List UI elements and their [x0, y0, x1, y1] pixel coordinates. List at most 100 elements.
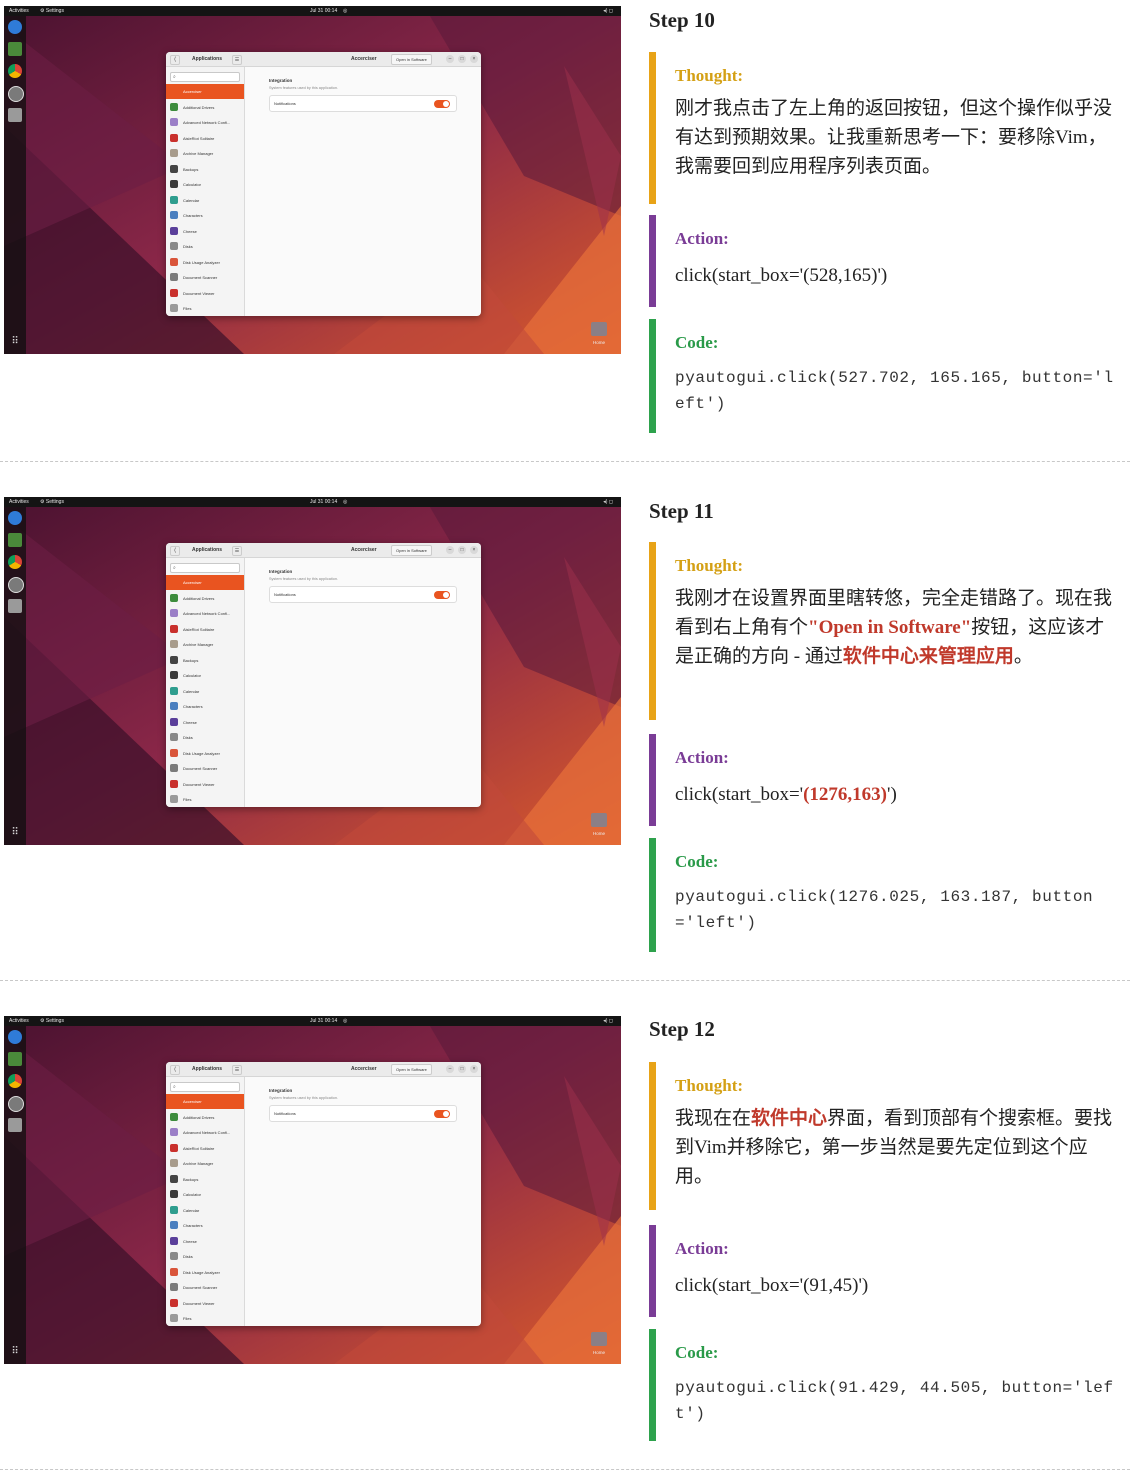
app-grid-icon[interactable]: ⠿: [9, 336, 21, 348]
system-tray[interactable]: ◂) ◻: [603, 8, 613, 14]
settings-app-menu[interactable]: ⚙ Settings: [40, 1018, 64, 1024]
trash-icon[interactable]: [8, 1118, 22, 1132]
activities-button[interactable]: Activities: [9, 499, 29, 505]
back-button[interactable]: ⟨: [170, 1065, 180, 1075]
clock[interactable]: Jul 31 00:14: [310, 8, 337, 14]
home-folder-icon[interactable]: [591, 1332, 607, 1346]
activities-button[interactable]: Activities: [9, 1018, 29, 1024]
app-list-item[interactable]: Backups: [166, 1172, 244, 1187]
app-list-item[interactable]: Characters: [166, 699, 244, 714]
app-list-item[interactable]: Calculator: [166, 668, 244, 683]
chrome-icon[interactable]: [8, 555, 22, 569]
minimize-button[interactable]: –: [446, 546, 454, 554]
home-folder-icon[interactable]: [591, 322, 607, 336]
app-list-item[interactable]: Accerciser: [166, 1094, 244, 1109]
minimize-button[interactable]: –: [446, 1065, 454, 1073]
app-list-item[interactable]: Advanced Network Confi...: [166, 1125, 244, 1140]
app-list-item[interactable]: AisleRiot Solitaire: [166, 131, 244, 146]
app-list-item[interactable]: Disk Usage Analyzer: [166, 746, 244, 761]
settings-icon[interactable]: [8, 577, 24, 593]
search-input[interactable]: ⌕: [170, 563, 240, 573]
close-button[interactable]: ×: [470, 546, 478, 554]
close-button[interactable]: ×: [470, 1065, 478, 1073]
settings-icon[interactable]: [8, 86, 24, 102]
menu-button[interactable]: ☰: [232, 1065, 242, 1075]
open-in-software-button[interactable]: Open in Software: [391, 545, 432, 556]
app-list-item[interactable]: Advanced Network Confi...: [166, 115, 244, 130]
vim-icon[interactable]: [8, 42, 22, 56]
app-list-item[interactable]: Calendar: [166, 193, 244, 208]
close-button[interactable]: ×: [470, 55, 478, 63]
menu-button[interactable]: ☰: [232, 55, 242, 65]
search-input[interactable]: ⌕: [170, 72, 240, 82]
home-folder-icon[interactable]: [591, 813, 607, 827]
app-list-item[interactable]: AisleRiot Solitaire: [166, 1141, 244, 1156]
back-button[interactable]: ⟨: [170, 546, 180, 556]
app-list-item[interactable]: Document Scanner: [166, 1280, 244, 1295]
app-list-item[interactable]: Cheese: [166, 715, 244, 730]
app-list-item[interactable]: Additional Drivers: [166, 1110, 244, 1125]
maximize-button[interactable]: □: [458, 1065, 466, 1073]
open-in-software-button[interactable]: Open in Software: [391, 54, 432, 65]
app-list-item[interactable]: Disk Usage Analyzer: [166, 1265, 244, 1280]
app-list-item[interactable]: Calendar: [166, 1203, 244, 1218]
chrome-icon[interactable]: [8, 1074, 22, 1088]
search-input[interactable]: ⌕: [170, 1082, 240, 1092]
app-list-item[interactable]: Backups: [166, 162, 244, 177]
app-list-item[interactable]: Files: [166, 792, 244, 807]
app-list-item[interactable]: Archive Manager: [166, 637, 244, 652]
app-grid-icon[interactable]: ⠿: [9, 1346, 21, 1358]
vim-icon[interactable]: [8, 533, 22, 547]
app-list-item[interactable]: Files: [166, 1311, 244, 1326]
back-button[interactable]: ⟨: [170, 55, 180, 65]
app-list-item[interactable]: Document Viewer: [166, 1296, 244, 1311]
app-list-item[interactable]: Archive Manager: [166, 146, 244, 161]
clock[interactable]: Jul 31 00:14: [310, 499, 337, 505]
app-list-item[interactable]: Calendar: [166, 684, 244, 699]
app-list-item[interactable]: Disk Usage Analyzer: [166, 255, 244, 270]
maximize-button[interactable]: □: [458, 546, 466, 554]
trash-icon[interactable]: [8, 599, 22, 613]
app-list-item[interactable]: Document Viewer: [166, 286, 244, 301]
app-list-item[interactable]: Advanced Network Confi...: [166, 606, 244, 621]
menu-button[interactable]: ☰: [232, 546, 242, 556]
notifications-toggle[interactable]: [434, 1110, 450, 1118]
settings-app-menu[interactable]: ⚙ Settings: [40, 499, 64, 505]
app-list-item[interactable]: Accerciser: [166, 84, 244, 99]
chrome-icon[interactable]: [8, 64, 22, 78]
app-list-item[interactable]: Cheese: [166, 1234, 244, 1249]
clock[interactable]: Jul 31 00:14: [310, 1018, 337, 1024]
thunderbird-icon[interactable]: [8, 20, 22, 34]
app-list-item[interactable]: Accerciser: [166, 575, 244, 590]
minimize-button[interactable]: –: [446, 55, 454, 63]
app-list-item[interactable]: Characters: [166, 1218, 244, 1233]
thunderbird-icon[interactable]: [8, 1030, 22, 1044]
notifications-toggle[interactable]: [434, 100, 450, 108]
app-list-item[interactable]: Calculator: [166, 1187, 244, 1202]
app-list-item[interactable]: Additional Drivers: [166, 591, 244, 606]
settings-app-menu[interactable]: ⚙ Settings: [40, 8, 64, 14]
trash-icon[interactable]: [8, 108, 22, 122]
app-list-item[interactable]: Document Viewer: [166, 777, 244, 792]
notifications-toggle[interactable]: [434, 591, 450, 599]
app-list-item[interactable]: Disks: [166, 730, 244, 745]
system-tray[interactable]: ◂) ◻: [603, 499, 613, 505]
app-list-item[interactable]: Archive Manager: [166, 1156, 244, 1171]
activities-button[interactable]: Activities: [9, 8, 29, 14]
app-list-item[interactable]: Disks: [166, 239, 244, 254]
app-list-item[interactable]: Document Scanner: [166, 761, 244, 776]
app-list-item[interactable]: Calculator: [166, 177, 244, 192]
thunderbird-icon[interactable]: [8, 511, 22, 525]
vim-icon[interactable]: [8, 1052, 22, 1066]
app-list-item[interactable]: Backups: [166, 653, 244, 668]
system-tray[interactable]: ◂) ◻: [603, 1018, 613, 1024]
settings-icon[interactable]: [8, 1096, 24, 1112]
app-list-item[interactable]: Document Scanner: [166, 270, 244, 285]
app-list-item[interactable]: Cheese: [166, 224, 244, 239]
app-list-item[interactable]: Files: [166, 301, 244, 316]
app-list-item[interactable]: AisleRiot Solitaire: [166, 622, 244, 637]
maximize-button[interactable]: □: [458, 55, 466, 63]
app-grid-icon[interactable]: ⠿: [9, 827, 21, 839]
app-list-item[interactable]: Disks: [166, 1249, 244, 1264]
app-list-item[interactable]: Characters: [166, 208, 244, 223]
